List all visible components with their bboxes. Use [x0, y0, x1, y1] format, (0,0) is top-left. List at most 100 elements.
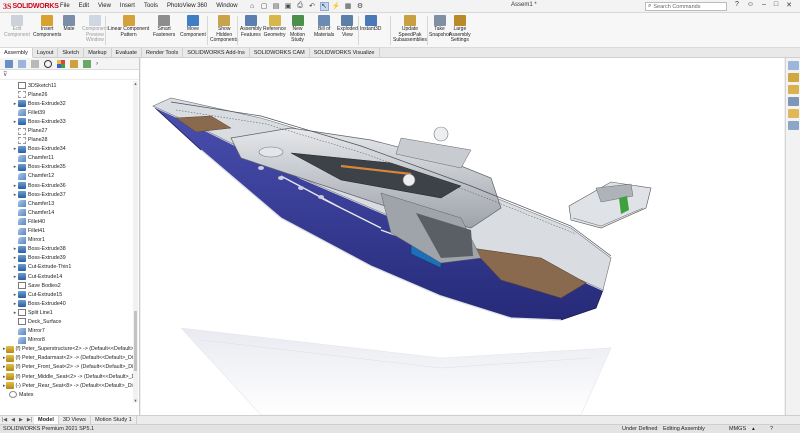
ribbon-button-snapshot[interactable]: Take Snapshot [429, 15, 450, 38]
configuration-manager-icon[interactable] [31, 59, 39, 68]
scrollbar-thumb[interactable] [134, 311, 137, 371]
new-document-icon[interactable]: ▢ [260, 2, 269, 11]
minimize-icon[interactable]: – [762, 1, 766, 9]
ribbon-button-exploded-view[interactable]: Exploded View [337, 15, 358, 38]
maximize-icon[interactable]: □ [774, 1, 778, 9]
menu-view[interactable]: View [98, 3, 111, 9]
tree-item[interactable]: Mirror8 [0, 336, 134, 345]
property-manager-icon[interactable] [18, 59, 26, 68]
view-palette-icon[interactable] [788, 97, 799, 106]
tree-item[interactable]: ▸ Cut-Extrude14 [0, 272, 134, 281]
tree-item[interactable]: Save Bodies2 [0, 281, 134, 290]
resources-icon[interactable] [788, 61, 799, 70]
tree-item[interactable]: ▸ Boss-Extrude37 [0, 190, 134, 199]
tab-markup[interactable]: Markup [84, 48, 112, 58]
tab-sketch[interactable]: Sketch [58, 48, 85, 58]
scroll-down-icon[interactable]: ▼ [133, 398, 138, 403]
tree-item[interactable]: ▸ Boss-Extrude32 [0, 99, 134, 108]
solidworks-logo[interactable]: 3S SOLIDWORKS [0, 2, 59, 11]
file-properties-icon[interactable]: ▦ [344, 2, 353, 11]
menu-photoview[interactable]: PhotoView 360 [167, 3, 207, 9]
tree-item[interactable]: Chamfer11 [0, 154, 134, 163]
tree-item[interactable]: ▸ Boss-Extrude38 [0, 245, 134, 254]
save-icon[interactable]: ▣ [284, 2, 293, 11]
units-chevron-icon[interactable]: ▴ [752, 426, 755, 432]
tree-item[interactable]: Chamfer14 [0, 208, 134, 217]
tree-item[interactable]: Mirror1 [0, 236, 134, 245]
first-tab-icon[interactable]: |◀ [0, 417, 9, 423]
tree-item[interactable]: Fillet40 [0, 217, 134, 226]
tree-item[interactable]: ▸ (f) Peter_Superstructure<2> -> (Default… [0, 345, 134, 354]
tree-item[interactable]: Plane26 [0, 90, 134, 99]
ribbon-button-mate[interactable]: Mate [63, 15, 75, 33]
tab-solidworks-cam[interactable]: SOLIDWORKS CAM [250, 48, 310, 58]
ribbon-button-instant3d[interactable]: Instant3D [360, 15, 381, 33]
tree-item[interactable]: Chamfer12 [0, 172, 134, 181]
file-explorer-icon[interactable] [788, 85, 799, 94]
ribbon-button-reference-geometry[interactable]: Reference Geometry [263, 15, 286, 38]
home-icon[interactable]: ⌂ [248, 2, 257, 11]
graphics-area[interactable] [141, 58, 784, 415]
tab-evaluate[interactable]: Evaluate [112, 48, 142, 58]
close-icon[interactable]: ✕ [786, 1, 792, 9]
next-tab-icon[interactable]: ▶ [17, 417, 25, 423]
ribbon-button-linear-pattern[interactable]: Linear Component Pattern [108, 15, 149, 38]
ribbon-button-insert-components[interactable]: Insert Components [33, 15, 61, 38]
yacht-model[interactable] [141, 58, 784, 415]
tree-item[interactable]: ▸ (f) Peter_Front_Seat<2> -> (Default<<De… [0, 363, 134, 372]
design-library-icon[interactable] [788, 73, 799, 82]
tree-item[interactable]: ▸ (-) Peter_Rear_Seat<8> -> (Default<<Def… [0, 381, 134, 390]
tree-item[interactable]: ▸ (f) Peter_Radarmast<2> -> (Default<<Def… [0, 354, 134, 363]
ribbon-button-show-hidden[interactable]: Show Hidden Components [210, 15, 238, 44]
tree-item[interactable]: Fillet41 [0, 227, 134, 236]
menu-tools[interactable]: Tools [144, 3, 158, 9]
chevron-right-icon[interactable]: › [96, 60, 104, 68]
ribbon-button-speedpak[interactable]: Update SpeedPak Subassemblies [393, 15, 427, 44]
menu-file[interactable]: File [60, 3, 70, 9]
tab-solidworks-add-ins[interactable]: SOLIDWORKS Add-Ins [183, 48, 250, 58]
tree-item[interactable]: ▸ Boss-Extrude40 [0, 299, 134, 308]
tree-item[interactable]: ▸ Cut-Extrude15 [0, 290, 134, 299]
display-manager-icon[interactable] [57, 59, 65, 68]
tab-solidworks-visualize[interactable]: SOLIDWORKS Visualize [310, 48, 380, 58]
tree-filter[interactable]: ⊽ [0, 70, 139, 80]
tree-scrollbar[interactable]: ▲ ▼ [133, 81, 138, 403]
select-pointer-icon[interactable]: ↖ [319, 1, 329, 11]
ribbon-button-smart-fasteners[interactable]: Smart Fasteners [153, 15, 175, 38]
tree-item[interactable]: ▸ Boss-Extrude39 [0, 254, 134, 263]
cam-icon[interactable] [70, 59, 78, 68]
tab-layout[interactable]: Layout [33, 48, 59, 58]
tree-item[interactable]: Mates [0, 390, 134, 399]
cam-tree-icon[interactable] [83, 59, 91, 68]
appearances-icon[interactable] [788, 109, 799, 118]
tab-assembly[interactable]: Assembly [0, 48, 33, 58]
ribbon-button-component-preview[interactable]: Component Preview Window [82, 15, 108, 44]
menu-insert[interactable]: Insert [120, 3, 135, 9]
tree-item[interactable]: Fillet39 [0, 108, 134, 117]
tree-item[interactable]: Plane28 [0, 136, 134, 145]
last-tab-icon[interactable]: ▶| [25, 417, 34, 423]
tree-item[interactable]: ▸ Boss-Extrude36 [0, 181, 134, 190]
tree-item[interactable]: Plane27 [0, 126, 134, 135]
tree-item[interactable]: ▸ Cut-Extrude-Thin1 [0, 263, 134, 272]
menu-window[interactable]: Window [216, 3, 237, 9]
ribbon-button-motion-study[interactable]: New Motion Study [290, 15, 305, 44]
undo-icon[interactable]: ↶ [308, 2, 317, 11]
print-icon[interactable]: ⎙ [296, 2, 305, 11]
menu-edit[interactable]: Edit [79, 3, 89, 9]
help-icon[interactable]: ? [735, 1, 739, 8]
ribbon-button-large-assembly[interactable]: Large Assembly Settings [449, 15, 471, 44]
ribbon-button-edit-component[interactable]: Edit Component [4, 15, 30, 38]
feature-manager-icon[interactable] [5, 59, 13, 68]
tab-render-tools[interactable]: Render Tools [142, 48, 184, 58]
tree-item[interactable]: 3DSketch11 [0, 81, 134, 90]
scroll-up-icon[interactable]: ▲ [133, 81, 138, 86]
ribbon-button-assembly-features[interactable]: Assembly Features [240, 15, 262, 38]
tree-item[interactable]: ▸ Split Line1 [0, 308, 134, 317]
dimxpert-icon[interactable] [44, 59, 52, 68]
tree-item[interactable]: Mirror7 [0, 327, 134, 336]
tree-item[interactable]: ▸ Boss-Extrude34 [0, 145, 134, 154]
tree-item[interactable]: ▸ Boss-Extrude35 [0, 163, 134, 172]
tree-item[interactable]: ▸ (f) Peter_Middle_Seat<2> -> (Default<<D… [0, 372, 134, 381]
status-units[interactable]: MMGS [729, 426, 746, 432]
